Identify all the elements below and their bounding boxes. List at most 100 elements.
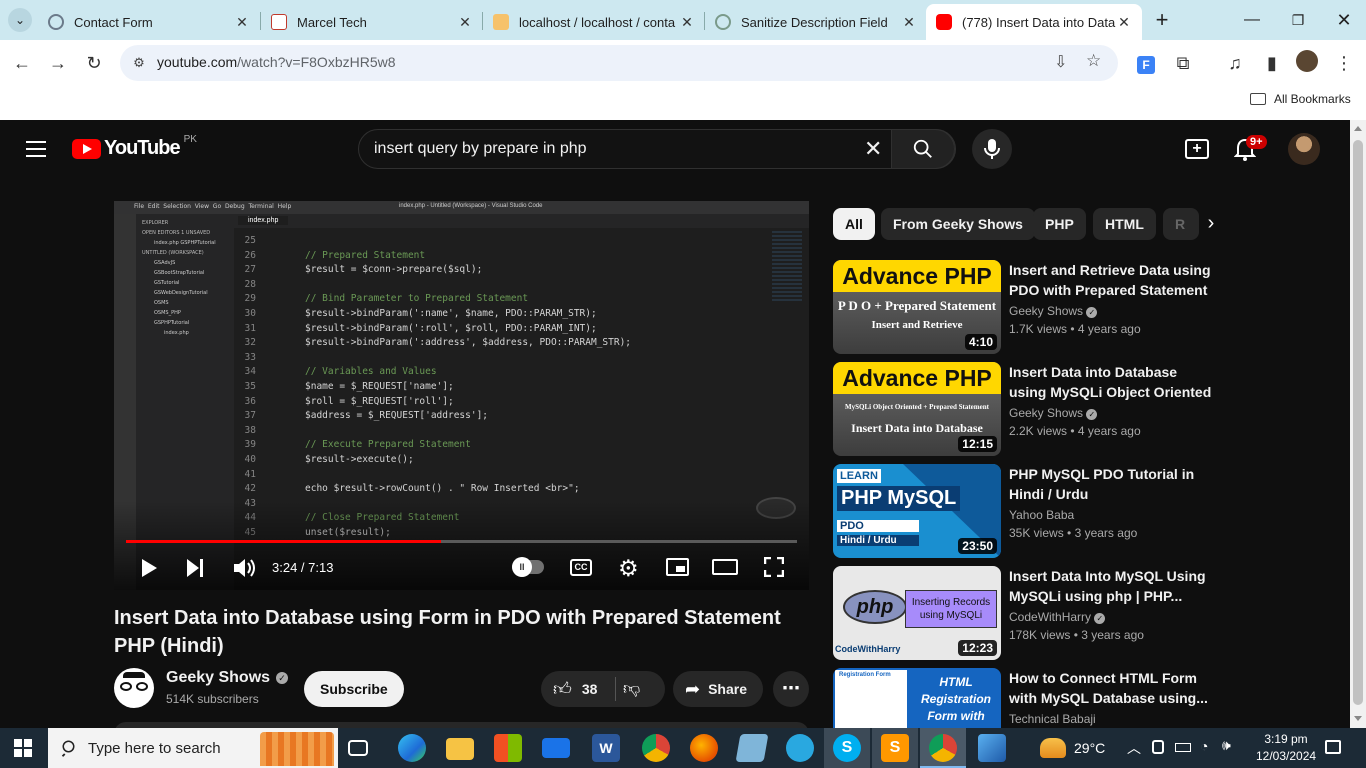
start-button[interactable] <box>14 739 32 757</box>
install-app-icon[interactable]: ⇩ <box>1054 52 1067 72</box>
video-title[interactable]: Insert Data into Database using MySQLi O… <box>1009 362 1213 402</box>
mail-icon[interactable] <box>542 738 570 758</box>
video-title[interactable]: How to Connect HTML Form with MySQL Data… <box>1009 668 1213 708</box>
video-title[interactable]: PHP MySQL PDO Tutorial in Hindi / Urdu <box>1009 464 1213 504</box>
skype-taskbar-button[interactable]: S <box>824 728 870 768</box>
new-tab-button[interactable]: + <box>1150 6 1174 34</box>
channel-avatar[interactable] <box>114 668 154 708</box>
restore-button[interactable]: ❐ <box>1286 6 1310 34</box>
chips-next-arrow-icon[interactable]: › <box>1200 212 1222 238</box>
captions-button[interactable]: CC <box>570 559 592 576</box>
subscribe-button[interactable]: Subscribe <box>304 671 404 707</box>
play-button[interactable] <box>142 559 157 577</box>
site-info-icon[interactable]: ⚙ <box>130 54 148 72</box>
create-video-icon[interactable]: + <box>1185 139 1209 159</box>
chrome-taskbar-button-active[interactable] <box>920 728 966 768</box>
search-box[interactable]: insert query by prepare in php ✕ <box>358 129 956 169</box>
next-video-button[interactable] <box>187 559 205 577</box>
voice-search-button[interactable] <box>972 129 1012 169</box>
reload-icon[interactable]: ↻ <box>81 50 107 76</box>
close-tab-icon[interactable]: ✕ <box>1116 14 1132 31</box>
clock[interactable]: 3:19 pm 12/03/2024 <box>1256 731 1316 765</box>
sublime-taskbar-button[interactable]: S <box>872 728 918 768</box>
address-bar[interactable]: ⚙ youtube.com/watch?v=F8OxbzHR5w8 ⇩ ☆ <box>120 45 1118 81</box>
close-tab-icon[interactable]: ✕ <box>457 14 473 31</box>
progress-bar[interactable] <box>126 540 797 543</box>
notifications-icon[interactable] <box>1325 740 1341 754</box>
weather-widget[interactable]: 29°C <box>1040 738 1105 758</box>
chip-php[interactable]: PHP <box>1033 208 1086 240</box>
close-tab-icon[interactable]: ✕ <box>901 14 917 31</box>
minimize-button[interactable]: — <box>1240 6 1264 34</box>
chrome-menu-icon[interactable]: ⋮ <box>1331 50 1357 76</box>
settings-gear-icon[interactable]: ⚙ <box>618 555 639 582</box>
search-button[interactable] <box>891 129 955 169</box>
recommendation-item[interactable]: Registration Form HTML Registration Form… <box>833 668 1213 728</box>
video-thumbnail[interactable]: Advance PHP P D O + Prepared Statement I… <box>833 260 1001 354</box>
theater-mode-button[interactable] <box>712 559 738 575</box>
channel-name[interactable]: Yahoo Baba <box>1009 508 1074 522</box>
fullscreen-button[interactable] <box>763 556 785 578</box>
all-bookmarks-button[interactable]: All Bookmarks <box>1250 92 1351 106</box>
clear-search-icon[interactable]: ✕ <box>864 136 882 162</box>
close-window-button[interactable]: ✕ <box>1332 6 1356 34</box>
channel-name[interactable]: Geeky Shows ✓ <box>1009 304 1098 318</box>
bookmark-star-icon[interactable]: ☆ <box>1086 51 1101 71</box>
recommendation-item[interactable]: php Inserting Records using MySQLi CodeW… <box>833 566 1213 660</box>
edge-icon[interactable] <box>398 734 426 762</box>
more-actions-button[interactable]: ⋯ <box>773 671 809 707</box>
firefox-icon[interactable] <box>690 734 718 762</box>
tab-search-button[interactable]: ⌄ <box>8 8 32 32</box>
recommendation-item[interactable]: LEARN PHP MySQL PDO Hindi / Urdu 23:50 P… <box>833 464 1213 558</box>
account-avatar[interactable] <box>1288 133 1320 165</box>
extension-f-icon[interactable]: F <box>1133 50 1159 76</box>
tab-phpmyadmin[interactable]: localhost / localhost / conta ✕ <box>483 4 705 40</box>
chip-all[interactable]: All <box>833 208 875 240</box>
like-button[interactable]: 👍︎ 38 <box>541 671 615 707</box>
extensions-puzzle-icon[interactable]: ⧉ <box>1170 50 1196 76</box>
channel-name[interactable]: Technical Babaji <box>1009 712 1096 726</box>
chip-from-geeky-shows[interactable]: From Geeky Shows <box>881 208 1035 240</box>
forward-icon[interactable]: → <box>45 50 71 76</box>
video-thumbnail[interactable]: LEARN PHP MySQL PDO Hindi / Urdu 23:50 <box>833 464 1001 558</box>
wifi-icon[interactable]: ◔ <box>1200 738 1208 754</box>
chrome-app-icon[interactable] <box>642 734 670 762</box>
battery-icon[interactable] <box>1175 743 1191 752</box>
youtube-logo[interactable]: YouTube PK <box>72 134 197 160</box>
scrollbar-thumb[interactable] <box>1353 140 1363 705</box>
chip-html[interactable]: HTML <box>1093 208 1156 240</box>
scroll-up-arrow-icon[interactable] <box>1354 126 1362 131</box>
media-controls-icon[interactable]: ♫ <box>1222 50 1248 76</box>
tab-marcel-tech[interactable]: Marcel Tech ✕ <box>261 4 483 40</box>
miniplayer-button[interactable] <box>666 558 689 576</box>
volume-icon[interactable] <box>232 557 256 579</box>
video-thumbnail[interactable]: Registration Form HTML Registration Form… <box>833 668 1001 728</box>
close-tab-icon[interactable]: ✕ <box>234 14 250 31</box>
channel-name[interactable]: Geeky Shows ✓ <box>166 669 289 687</box>
taskbar-search-box[interactable]: Type here to search <box>48 728 338 768</box>
side-panel-icon[interactable]: ▮ <box>1259 50 1285 76</box>
video-title[interactable]: Insert Data Into MySQL Using MySQLi usin… <box>1009 566 1213 606</box>
recommendation-item[interactable]: Advance PHP P D O + Prepared Statement I… <box>833 260 1213 354</box>
recommendation-item[interactable]: Advance PHP MySQLi Object Oriented + Pre… <box>833 362 1213 456</box>
tab-contact-form[interactable]: Contact Form ✕ <box>38 4 260 40</box>
back-icon[interactable]: ← <box>9 50 35 76</box>
speaker-icon[interactable]: 🕪︎ <box>1222 737 1231 754</box>
page-scrollbar[interactable] <box>1350 120 1366 728</box>
dislike-button[interactable]: 👎︎ <box>623 678 640 699</box>
tray-overflow-icon[interactable]: ︿ <box>1127 738 1141 758</box>
notepad-icon[interactable] <box>735 734 769 762</box>
tab-sanitize[interactable]: Sanitize Description Field ✕ <box>705 4 927 40</box>
word-icon[interactable]: W <box>592 734 620 762</box>
tab-youtube[interactable]: (778) Insert Data into Databa ✕ <box>926 4 1142 40</box>
channel-name[interactable]: Geeky Shows ✓ <box>1009 406 1098 420</box>
share-button[interactable]: ➦ Share <box>673 671 764 707</box>
tray-device-icon[interactable] <box>1152 740 1164 754</box>
paint-icon[interactable] <box>978 734 1006 762</box>
scroll-down-arrow-icon[interactable] <box>1354 716 1362 721</box>
search-input[interactable]: insert query by prepare in php <box>374 140 587 158</box>
video-thumbnail[interactable]: php Inserting Records using MySQLi CodeW… <box>833 566 1001 660</box>
microsoft-store-icon[interactable] <box>494 734 522 762</box>
guide-menu-icon[interactable] <box>26 139 46 157</box>
profile-avatar[interactable] <box>1294 50 1320 76</box>
